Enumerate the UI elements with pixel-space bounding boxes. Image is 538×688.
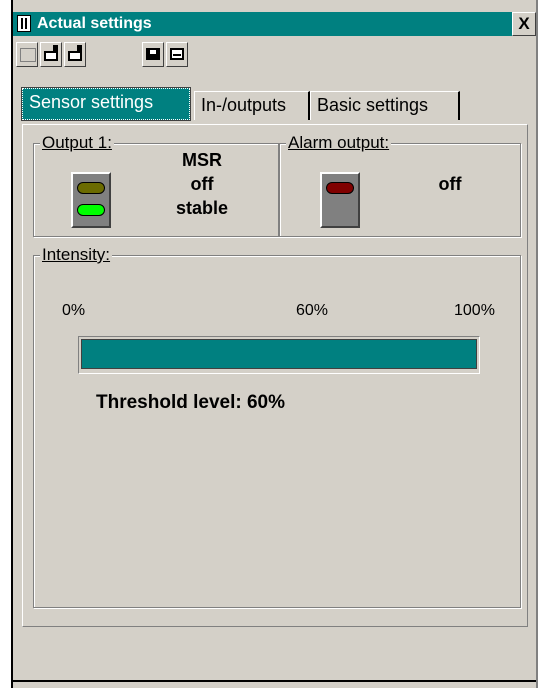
import-button[interactable]	[40, 42, 62, 67]
export-button[interactable]	[64, 42, 86, 67]
save-button[interactable]	[142, 42, 164, 67]
window-title: Actual settings	[37, 15, 152, 32]
intensity-group: Intensity: 0% 60% 100% Threshold level: …	[33, 245, 521, 608]
output1-led-indicator	[71, 172, 111, 228]
alarm-led-indicator	[320, 172, 360, 228]
close-button[interactable]: X	[512, 12, 536, 36]
app-window: Actual settings X Sensor settings In-/ou…	[0, 0, 538, 688]
save-icon	[146, 48, 160, 60]
tab-panel-sensor-settings: Output 1: MSR off stable Alarm output: o…	[22, 124, 528, 627]
output1-legend: Output 1:	[40, 133, 114, 153]
output1-mode: MSR	[182, 150, 222, 170]
window-left-border	[11, 0, 13, 688]
tab-bar: Sensor settings In-/outputs Basic settin…	[21, 87, 532, 121]
print-button[interactable]	[166, 42, 188, 67]
intensity-bar	[78, 336, 480, 374]
app-icon	[17, 15, 31, 32]
output1-led-bottom	[77, 204, 105, 216]
output1-stability: stable	[175, 198, 229, 218]
alarm-state: off	[438, 174, 462, 194]
new-icon	[20, 48, 36, 62]
import-icon	[44, 45, 58, 61]
output1-led-top	[77, 182, 105, 194]
scale-min-label: 0%	[62, 302, 86, 319]
scale-max-label: 100%	[454, 302, 495, 319]
print-icon	[170, 48, 184, 60]
alarm-output-legend: Alarm output:	[286, 133, 392, 153]
threshold-label: Threshold level: 60%	[96, 392, 286, 413]
tab-basic-settings[interactable]: Basic settings	[310, 91, 460, 120]
window-bottom-border	[13, 680, 536, 682]
title-bar[interactable]: Actual settings X	[13, 12, 536, 36]
output1-group: Output 1: MSR off stable	[33, 133, 279, 237]
tab-sensor-settings[interactable]: Sensor settings	[21, 87, 191, 121]
intensity-legend: Intensity:	[40, 245, 113, 265]
export-icon	[68, 45, 82, 61]
output1-state: off	[190, 174, 214, 194]
intensity-bar-fill	[81, 339, 477, 369]
tab-in-outputs[interactable]: In-/outputs	[194, 91, 310, 120]
new-button[interactable]	[16, 42, 38, 67]
scale-mid-label: 60%	[296, 302, 329, 319]
alarm-led	[326, 182, 354, 194]
alarm-output-group: Alarm output: off	[279, 133, 521, 237]
